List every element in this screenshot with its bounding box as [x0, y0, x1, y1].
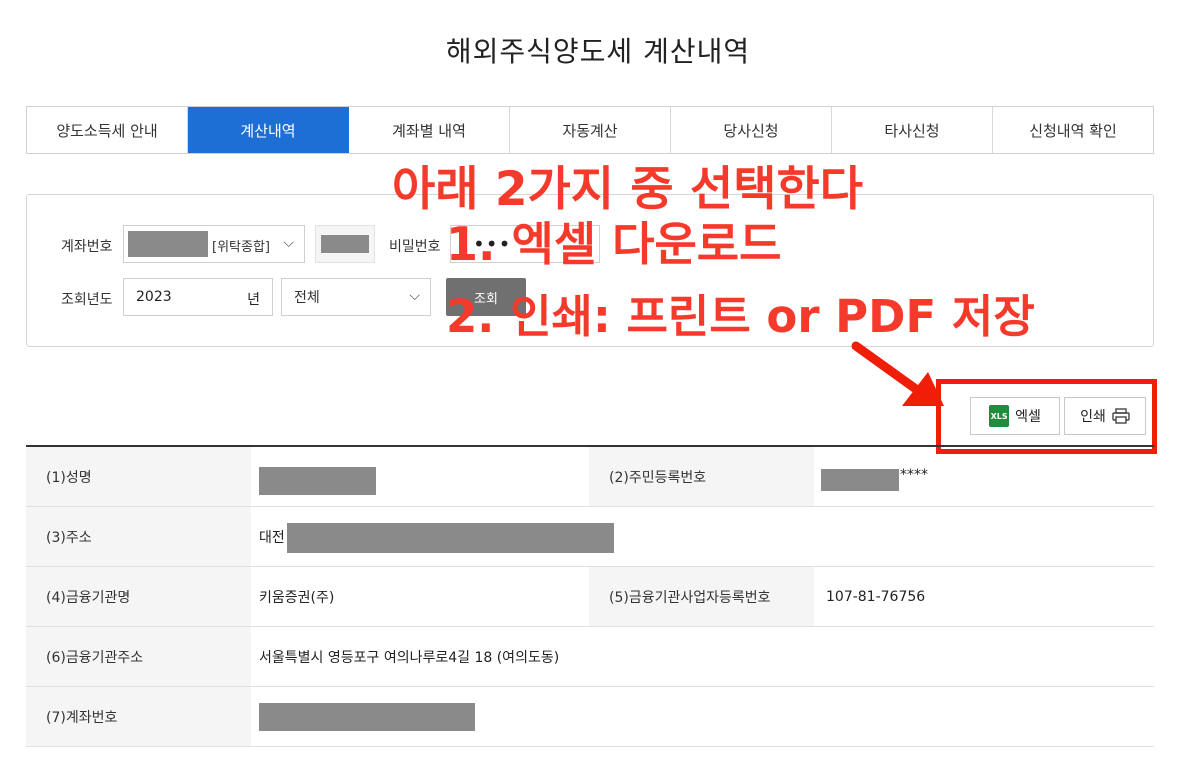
tab-tax-guide[interactable]: 양도소득세 안내 — [27, 107, 188, 153]
excel-button[interactable]: XLS 엑셀 — [970, 397, 1060, 435]
annotation-arrow-icon — [851, 341, 944, 406]
info-table: (1)성명 (2)주민등록번호 **** (3)주소 대전 (4)금융기관명 키… — [26, 445, 1154, 747]
institution-address-value: 서울특별시 영등포구 여의나루로4길 18 (여의도동) — [259, 649, 560, 666]
address-value: 대전 — [251, 507, 1154, 566]
chevron-down-icon: ⌵ — [409, 288, 420, 304]
name-label: (1)성명 — [26, 447, 251, 506]
year-input[interactable]: 2023 년 — [123, 278, 273, 316]
rrn-redaction — [821, 469, 899, 491]
rrn-suffix: **** — [900, 467, 928, 483]
tab-other-application[interactable]: 타사신청 — [832, 107, 993, 153]
table-row: (7)계좌번호 — [26, 687, 1154, 747]
excel-label: 엑셀 — [1015, 409, 1041, 425]
year-value: 2023 — [136, 289, 172, 305]
name-redaction — [259, 467, 376, 495]
tab-application-check[interactable]: 신청내역 확인 — [993, 107, 1153, 153]
print-label: 인쇄 — [1080, 409, 1106, 425]
account-sub-field[interactable] — [315, 225, 375, 263]
account-no-label: (7)계좌번호 — [26, 687, 251, 746]
tab-by-account[interactable]: 계좌별 내역 — [349, 107, 510, 153]
table-row: (6)금융기관주소 서울특별시 영등포구 여의나루로4길 18 (여의도동) — [26, 627, 1154, 687]
institution-label: (4)금융기관명 — [26, 567, 251, 626]
tab-bar: 양도소득세 안내 계산내역 계좌별 내역 자동계산 당사신청 타사신청 신청내역… — [26, 106, 1154, 154]
rrn-value: **** — [814, 447, 1154, 506]
institution-address-label: (6)금융기관주소 — [26, 627, 251, 686]
table-row: (4)금융기관명 키움증권(주) (5)금융기관사업자등록번호 107-81-7… — [26, 567, 1154, 627]
scope-value: 전체 — [294, 290, 320, 306]
address-redaction — [287, 523, 614, 553]
annotation-line-3: 2. 인쇄: 프린트 or PDF 저장 — [446, 290, 1035, 343]
biz-no-value: 107-81-76756 — [826, 588, 926, 605]
institution-value: 키움증권(주) — [259, 589, 335, 606]
account-sub-redaction — [321, 235, 369, 253]
password-label: 비밀번호 — [389, 239, 441, 255]
tab-our-application[interactable]: 당사신청 — [671, 107, 832, 153]
chevron-down-icon: ⌵ — [283, 235, 294, 251]
account-type: [위탁종합] — [212, 240, 270, 255]
account-redaction — [128, 231, 208, 257]
excel-icon: XLS — [989, 405, 1010, 427]
name-value — [251, 447, 589, 506]
table-row: (1)성명 (2)주민등록번호 **** — [26, 447, 1154, 507]
account-select[interactable]: [위탁종합] ⌵ — [123, 225, 305, 263]
print-button[interactable]: 인쇄 — [1064, 397, 1146, 435]
scope-select[interactable]: 전체 ⌵ — [281, 278, 431, 316]
tab-auto-calc[interactable]: 자동계산 — [510, 107, 671, 153]
tab-calculation[interactable]: 계산내역 — [188, 107, 349, 153]
biz-no-label: (5)금융기관사업자등록번호 — [589, 567, 814, 626]
year-unit: 년 — [247, 292, 260, 308]
address-label: (3)주소 — [26, 507, 251, 566]
printer-icon — [1112, 408, 1130, 424]
rrn-label: (2)주민등록번호 — [589, 447, 814, 506]
annotation-line-1: 아래 2가지 중 선택한다 — [392, 162, 863, 217]
year-label: 조회년도 — [61, 292, 113, 308]
annotation-line-2: 1. 엑셀 다운로드 — [446, 217, 782, 271]
table-row: (3)주소 대전 — [26, 507, 1154, 567]
account-label: 계좌번호 — [61, 239, 113, 255]
address-prefix: 대전 — [259, 529, 285, 546]
page-title: 해외주식양도세 계산내역 — [445, 35, 751, 68]
account-no-redaction — [259, 703, 475, 731]
account-no-value — [251, 687, 1154, 746]
